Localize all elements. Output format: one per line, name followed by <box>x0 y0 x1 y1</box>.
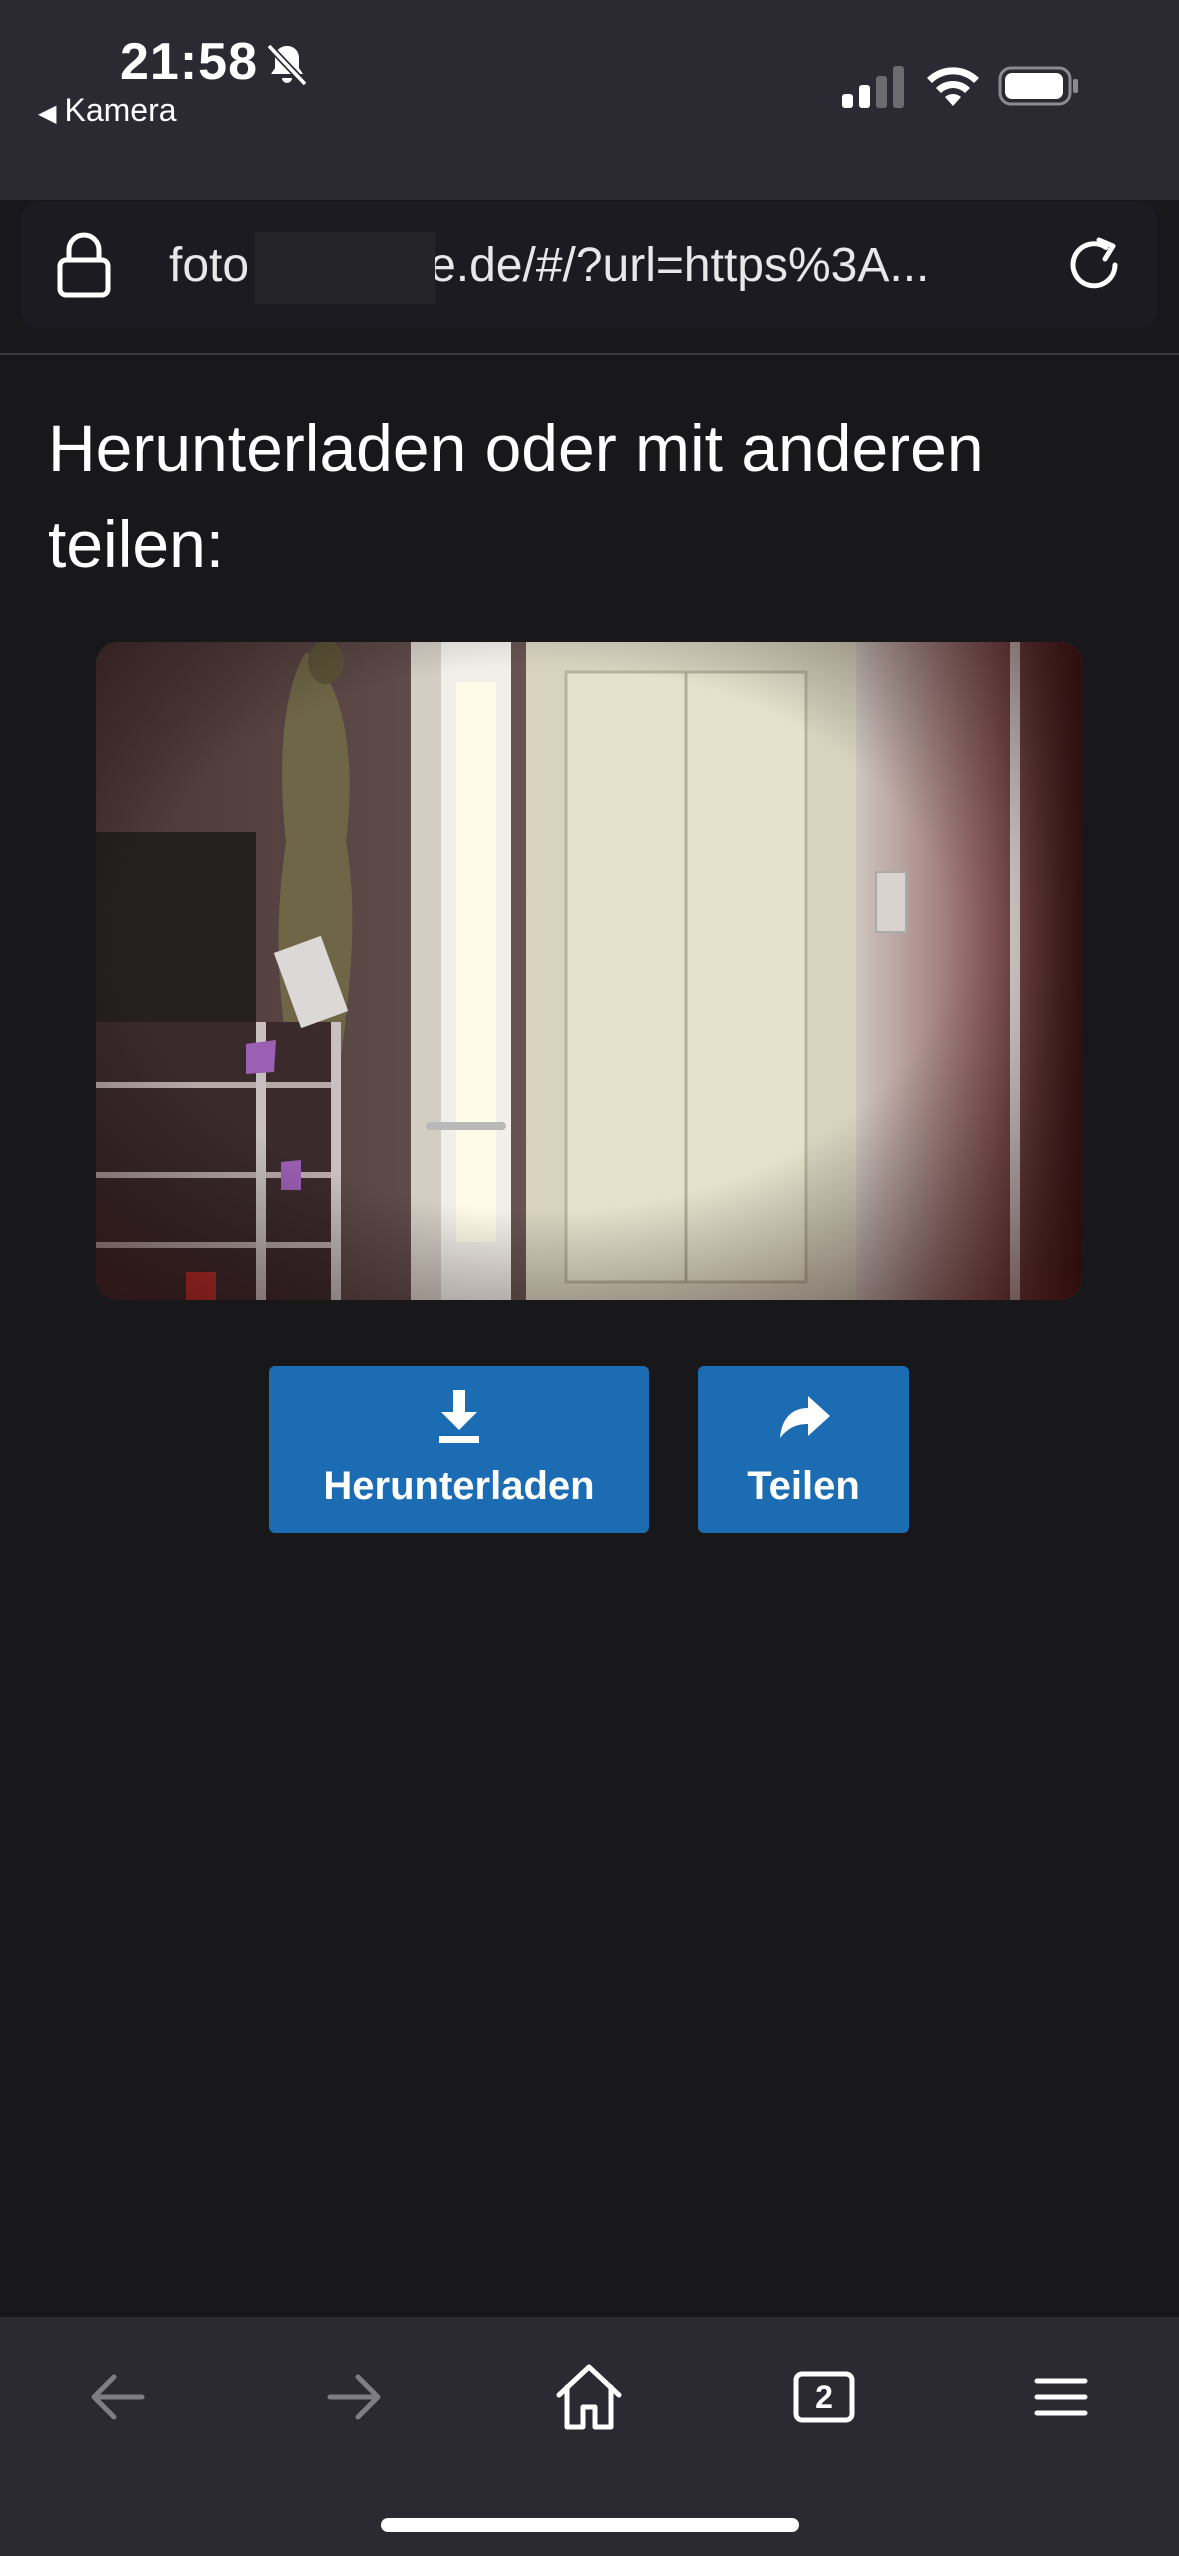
redaction-box <box>255 232 435 304</box>
room-photo-image <box>96 642 1082 1300</box>
reload-icon[interactable] <box>1063 234 1125 296</box>
home-icon[interactable] <box>549 2357 629 2437</box>
battery-icon <box>998 66 1078 106</box>
share-arrow-icon <box>779 1396 830 1438</box>
bell-muted-icon <box>266 43 308 87</box>
home-indicator <box>381 2518 799 2532</box>
wifi-icon <box>927 67 979 106</box>
back-arrow-icon[interactable] <box>78 2357 158 2437</box>
back-triangle-icon: ◀ <box>38 100 57 127</box>
status-bar: 21:58 ◀ Kamera <box>0 0 1179 200</box>
tabs-button[interactable]: 2 <box>784 2357 864 2437</box>
menu-icon[interactable] <box>1021 2357 1101 2437</box>
download-icon <box>439 1390 479 1443</box>
page-heading: Herunterladen oder mit anderen teilen: <box>48 411 984 581</box>
cellular-signal-icon <box>842 66 904 108</box>
url-prefix: foto <box>169 239 250 292</box>
share-label: Teilen <box>747 1464 860 1508</box>
clock: 21:58 <box>120 33 258 91</box>
back-app-label: Kamera <box>64 92 177 128</box>
lock-icon <box>57 232 111 298</box>
forward-arrow-icon[interactable] <box>314 2357 394 2437</box>
back-to-app-link[interactable]: ◀ Kamera <box>38 92 177 129</box>
address-bar[interactable]: foto e.de/#/?url=https%3A... <box>21 202 1157 328</box>
url-suffix: e.de/#/?url=https%3A... <box>429 239 930 292</box>
share-button[interactable]: Teilen <box>698 1366 909 1533</box>
tab-count: 2 <box>815 2379 833 2415</box>
download-label: Herunterladen <box>323 1464 595 1508</box>
download-button[interactable]: Herunterladen <box>269 1366 649 1533</box>
photo-preview <box>96 642 1082 1300</box>
